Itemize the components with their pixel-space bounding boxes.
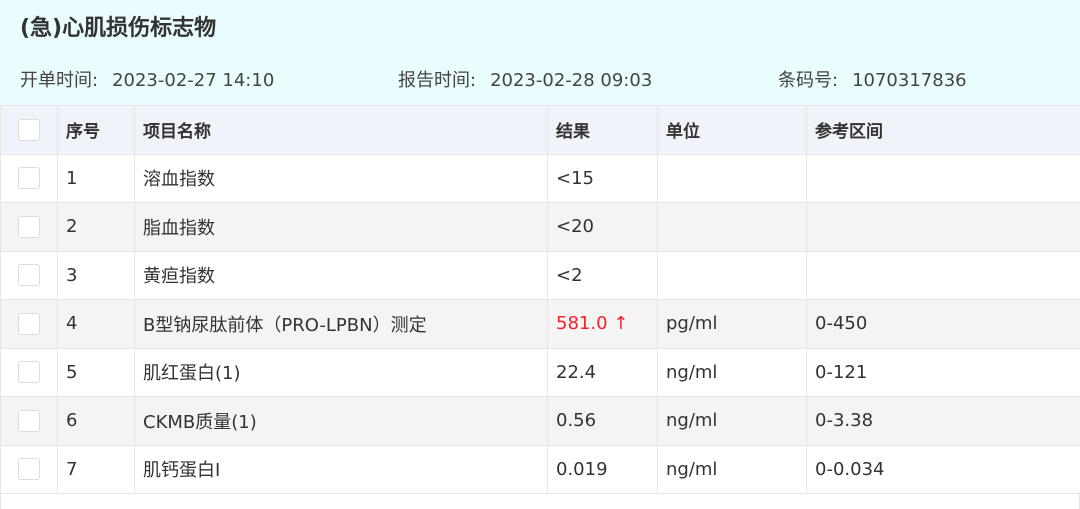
table-row[interactable]: 1 溶血指数 <15	[0, 153, 1080, 203]
row-checkbox-cell[interactable]	[0, 444, 58, 494]
cell-unit: pg/ml	[657, 299, 807, 349]
cell-name: 溶血指数	[134, 153, 548, 203]
cell-unit: ng/ml	[657, 444, 807, 494]
row-checkbox[interactable]	[18, 215, 40, 238]
report-time: 报告时间: 2023-02-28 09:03	[398, 66, 652, 92]
cell-range: 0-0.034	[806, 444, 1080, 494]
cell-name: 黄疸指数	[134, 250, 548, 300]
header-seq: 序号	[57, 105, 135, 155]
row-checkbox-cell[interactable]	[0, 396, 58, 446]
cell-seq: 5	[57, 347, 135, 397]
header-name: 项目名称	[134, 105, 548, 155]
table-row[interactable]: 6 CKMB质量(1) 0.56 ng/ml 0-3.38	[0, 396, 1080, 446]
cell-range: 0-121	[806, 347, 1080, 397]
order-time-label: 开单时间:	[20, 70, 99, 91]
table-row[interactable]: 2 脂血指数 <20	[0, 202, 1080, 252]
row-checkbox[interactable]	[18, 361, 40, 384]
barcode: 条码号: 1070317836	[778, 66, 967, 92]
cell-seq: 6	[57, 396, 135, 446]
cell-result: <2	[547, 250, 658, 300]
barcode-value: 1070317836	[852, 70, 967, 91]
cell-seq: 1	[57, 153, 135, 203]
table-row[interactable]: 4 B型钠尿肽前体（PRO-LPBN）测定 581.0 ↑ pg/ml 0-450	[0, 299, 1080, 349]
order-time: 开单时间: 2023-02-27 14:10	[20, 66, 274, 92]
header-unit: 单位	[657, 105, 807, 155]
table-row[interactable]: 3 黄疸指数 <2	[0, 250, 1080, 300]
report-title: (急)心肌损伤标志物	[20, 16, 217, 41]
results-table: 序号 项目名称 结果 单位 参考区间 1 溶血指数 <15 2 脂血指数 <20 3 黄疸指数…	[0, 105, 1080, 494]
cell-unit	[657, 153, 807, 203]
cell-range	[806, 153, 1080, 203]
cell-name: B型钠尿肽前体（PRO-LPBN）测定	[134, 299, 548, 349]
cell-result: 581.0 ↑	[547, 299, 658, 349]
cell-result: 0.019	[547, 444, 658, 494]
cell-result: 0.56	[547, 396, 658, 446]
cell-name: 脂血指数	[134, 202, 548, 252]
table-header-row: 序号 项目名称 结果 单位 参考区间	[0, 105, 1080, 155]
row-checkbox[interactable]	[18, 312, 40, 335]
row-checkbox[interactable]	[18, 409, 40, 432]
row-checkbox[interactable]	[18, 167, 40, 190]
row-checkbox-cell[interactable]	[0, 202, 58, 252]
table-row[interactable]: 7 肌钙蛋白I 0.019 ng/ml 0-0.034	[0, 444, 1080, 494]
cell-range	[806, 250, 1080, 300]
cell-unit: ng/ml	[657, 347, 807, 397]
cell-seq: 2	[57, 202, 135, 252]
cell-name: 肌红蛋白(1)	[134, 347, 548, 397]
header-range: 参考区间	[806, 105, 1080, 155]
cell-result: <20	[547, 202, 658, 252]
row-checkbox[interactable]	[18, 458, 40, 481]
report-time-label: 报告时间:	[398, 70, 477, 91]
cell-result: <15	[547, 153, 658, 203]
select-all-checkbox[interactable]	[18, 118, 40, 141]
barcode-label: 条码号:	[778, 70, 839, 91]
cell-unit	[657, 202, 807, 252]
cell-range: 0-3.38	[806, 396, 1080, 446]
row-checkbox-cell[interactable]	[0, 250, 58, 300]
cell-seq: 4	[57, 299, 135, 349]
select-all-checkbox-cell[interactable]	[0, 105, 58, 155]
cell-seq: 3	[57, 250, 135, 300]
row-checkbox[interactable]	[18, 264, 40, 287]
report-time-value: 2023-02-28 09:03	[490, 70, 653, 91]
cell-result: 22.4	[547, 347, 658, 397]
report-header: (急)心肌损伤标志物 开单时间: 2023-02-27 14:10 报告时间: 20…	[0, 0, 1080, 105]
row-checkbox-cell[interactable]	[0, 153, 58, 203]
row-checkbox-cell[interactable]	[0, 347, 58, 397]
cell-unit: ng/ml	[657, 396, 807, 446]
order-time-value: 2023-02-27 14:10	[112, 70, 275, 91]
cell-seq: 7	[57, 444, 135, 494]
cell-unit	[657, 250, 807, 300]
cell-range: 0-450	[806, 299, 1080, 349]
cell-name: 肌钙蛋白I	[134, 444, 548, 494]
table-empty-space	[0, 492, 1080, 509]
header-result: 结果	[547, 105, 658, 155]
cell-range	[806, 202, 1080, 252]
row-checkbox-cell[interactable]	[0, 299, 58, 349]
cell-name: CKMB质量(1)	[134, 396, 548, 446]
table-row[interactable]: 5 肌红蛋白(1) 22.4 ng/ml 0-121	[0, 347, 1080, 397]
